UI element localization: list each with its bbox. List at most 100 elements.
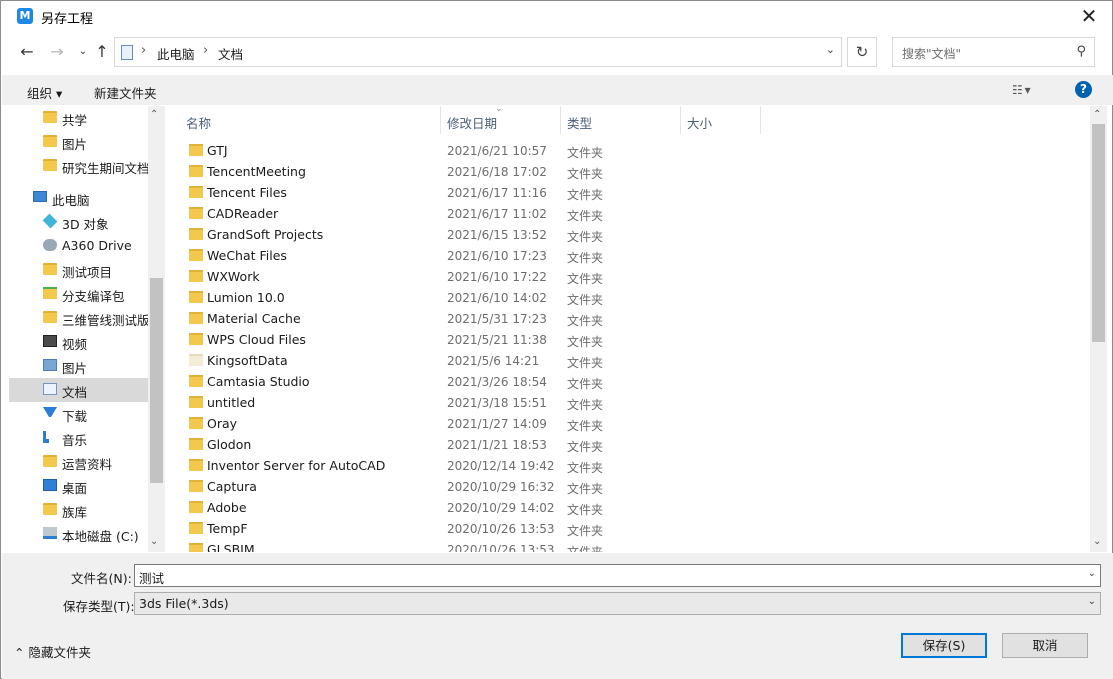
file-date: 2021/3/26 18:54 <box>447 375 547 389</box>
list-item[interactable]: TempF 2020/10/26 13:53 文件夹 <box>165 518 1090 539</box>
nav-item[interactable]: 测试项目 <box>9 258 149 282</box>
back-button[interactable]: ← <box>17 41 37 63</box>
scroll-up-arrow[interactable]: ⌃ <box>1093 109 1101 120</box>
list-item[interactable]: Tencent Files 2021/6/17 11:16 文件夹 <box>165 182 1090 203</box>
file-name: Inventor Server for AutoCAD <box>207 458 386 473</box>
list-item[interactable]: CADReader 2021/6/17 11:02 文件夹 <box>165 203 1090 224</box>
list-item[interactable]: Oray 2021/1/27 14:09 文件夹 <box>165 413 1090 434</box>
nav-item[interactable]: 3D 对象 <box>9 210 149 234</box>
nav-item[interactable]: 图片 <box>9 130 149 154</box>
nav-item[interactable]: A360 Drive <box>9 234 149 258</box>
help-button[interactable]: ? <box>1075 81 1092 98</box>
breadcrumb-this-pc[interactable]: 此电脑 <box>157 44 195 63</box>
folder-icon <box>189 207 203 219</box>
organize-button[interactable]: 组织 ▾ <box>27 83 62 102</box>
hide-folders-label: 隐藏文件夹 <box>28 645 91 660</box>
nav-item[interactable]: 此电脑 <box>9 186 149 210</box>
nav-item[interactable]: 文档 <box>9 378 149 402</box>
filename-value[interactable]: 测试 <box>139 568 164 587</box>
column-divider[interactable] <box>760 106 761 134</box>
hide-folders-toggle[interactable]: ⌃ 隐藏文件夹 <box>14 642 91 661</box>
file-type: 文件夹 <box>567 545 604 552</box>
file-name: KingsoftData <box>207 353 288 368</box>
file-list-scrollbar[interactable]: ⌃ ⌄ <box>1090 106 1107 552</box>
list-item[interactable]: WPS Cloud Files 2021/5/21 11:38 文件夹 <box>165 329 1090 350</box>
refresh-button[interactable]: ↻ <box>847 37 877 67</box>
recent-locations-button[interactable]: ⌄ <box>73 41 93 63</box>
address-dropdown-icon[interactable]: ⌄ <box>826 43 835 56</box>
new-folder-button[interactable]: 新建文件夹 <box>94 83 157 102</box>
scroll-up-arrow[interactable]: ⌃ <box>150 109 158 120</box>
scroll-down-arrow[interactable]: ⌄ <box>150 536 158 547</box>
list-item[interactable]: GrandSoft Projects 2021/6/15 13:52 文件夹 <box>165 224 1090 245</box>
nav-item[interactable]: 桌面 <box>9 474 149 498</box>
search-input[interactable]: 搜索"文档" ⚲ <box>892 37 1095 67</box>
address-bar[interactable]: › 此电脑 › 文档 ⌄ <box>114 37 842 67</box>
breadcrumb-documents[interactable]: 文档 <box>218 44 243 63</box>
close-button[interactable]: ✕ <box>1078 4 1100 28</box>
nav-item[interactable]: 研究生期间文档 <box>9 154 150 178</box>
file-date: 2021/6/17 11:02 <box>447 207 547 221</box>
column-header-type[interactable]: 类型 <box>561 106 680 134</box>
list-item[interactable]: Captura 2020/10/29 16:32 文件夹 <box>165 476 1090 497</box>
desktop-icon <box>43 479 57 491</box>
list-item[interactable]: Adobe 2020/10/29 14:02 文件夹 <box>165 497 1090 518</box>
nav-item[interactable]: 本地磁盘 (C:) <box>9 522 149 546</box>
folder-icon <box>189 438 203 450</box>
column-header-name[interactable]: 名称 <box>165 106 440 134</box>
list-item[interactable]: GLSBIM 2020/10/26 13:53 文件夹 <box>165 539 1090 552</box>
folder-icon <box>43 455 57 467</box>
file-name: TempF <box>207 521 248 536</box>
scroll-down-arrow[interactable]: ⌄ <box>1093 536 1101 547</box>
download-folder-icon <box>43 287 57 299</box>
folder-icon <box>43 135 57 147</box>
nav-item[interactable]: 图片 <box>9 354 149 378</box>
save-dialog: M 另存工程 ✕ ← → ⌄ ↑ › 此电脑 › 文档 ⌄ ↻ 搜索"文档" ⚲… <box>0 0 1113 679</box>
nav-item[interactable]: 运营资料 <box>9 450 149 474</box>
cancel-button[interactable]: 取消 <box>1002 633 1088 658</box>
folder-icon <box>189 270 203 282</box>
nav-item-label: 族库 <box>62 505 88 520</box>
view-options-icon[interactable]: ☷ ▾ <box>1012 83 1031 97</box>
filename-field[interactable]: 测试 ⌄ <box>134 564 1101 587</box>
folder-icon <box>189 144 203 156</box>
computer-icon <box>33 191 47 202</box>
list-item[interactable]: Material Cache 2021/5/31 17:23 文件夹 <box>165 308 1090 329</box>
breadcrumb-separator: › <box>203 43 209 58</box>
list-item[interactable]: Lumion 10.0 2021/6/10 14:02 文件夹 <box>165 287 1090 308</box>
forward-button[interactable]: → <box>47 41 67 63</box>
column-header-size[interactable]: 大小 <box>681 106 760 134</box>
list-item[interactable]: KingsoftData 2021/5/6 14:21 文件夹 <box>165 350 1090 371</box>
file-type: 文件夹 <box>567 146 604 160</box>
scroll-thumb[interactable] <box>150 278 163 483</box>
nav-item-label: 三维管线测试版 <box>62 313 150 328</box>
column-header-date[interactable]: 修改日期 ⌄ <box>441 106 560 134</box>
list-item[interactable]: untitled 2021/3/18 15:51 文件夹 <box>165 392 1090 413</box>
list-item[interactable]: TencentMeeting 2021/6/18 17:02 文件夹 <box>165 161 1090 182</box>
filetype-select[interactable]: 3ds File(*.3ds) ⌄ <box>134 592 1101 615</box>
file-type: 文件夹 <box>567 377 604 391</box>
folder-icon <box>189 228 203 240</box>
nav-item[interactable]: 分支编译包 <box>9 282 149 306</box>
list-item[interactable]: Inventor Server for AutoCAD 2020/12/14 19… <box>165 455 1090 476</box>
file-name: GLSBIM <box>207 542 255 552</box>
navigation-scrollbar[interactable]: ⌃ ⌄ <box>148 106 165 552</box>
scroll-thumb[interactable] <box>1092 124 1105 342</box>
nav-item[interactable]: 共学 <box>9 106 149 130</box>
file-name: Captura <box>207 479 257 494</box>
list-item[interactable]: WXWork 2021/6/10 17:22 文件夹 <box>165 266 1090 287</box>
nav-item[interactable]: 下载 <box>9 402 149 426</box>
nav-item[interactable]: 三维管线测试版 <box>9 306 150 330</box>
chevron-down-icon[interactable]: ⌄ <box>1088 568 1096 579</box>
chevron-down-icon[interactable]: ⌄ <box>1088 596 1096 607</box>
up-button[interactable]: ↑ <box>92 41 112 63</box>
list-item[interactable]: Camtasia Studio 2021/3/26 18:54 文件夹 <box>165 371 1090 392</box>
filetype-label: 保存类型(T): <box>63 599 135 614</box>
save-button[interactable]: 保存(S) <box>901 633 987 658</box>
nav-item[interactable]: 族库 <box>9 498 149 522</box>
nav-item[interactable]: 音乐 <box>9 426 149 450</box>
list-item[interactable]: GTJ 2021/6/21 10:57 文件夹 <box>165 140 1090 161</box>
list-item[interactable]: WeChat Files 2021/6/10 17:23 文件夹 <box>165 245 1090 266</box>
list-item[interactable]: Glodon 2021/1/21 18:53 文件夹 <box>165 434 1090 455</box>
nav-item[interactable]: 视频 <box>9 330 149 354</box>
